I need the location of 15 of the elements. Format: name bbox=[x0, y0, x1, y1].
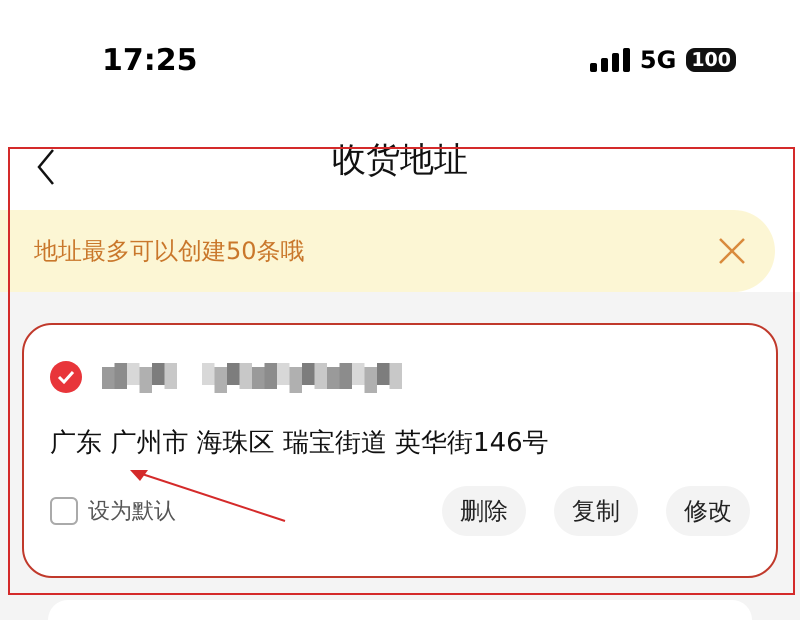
select-checkbox[interactable] bbox=[50, 361, 82, 393]
address-text: 广东 广州市 海珠区 瑞宝街道 英华街146号 bbox=[50, 427, 550, 460]
status-time: 17:25 bbox=[102, 42, 198, 78]
battery-level: 100 bbox=[686, 48, 736, 72]
delete-button[interactable]: 删除 bbox=[442, 486, 526, 536]
signal-icon bbox=[590, 48, 630, 72]
network-label: 5G bbox=[640, 46, 676, 74]
copy-button[interactable]: 复制 bbox=[554, 486, 638, 536]
check-icon bbox=[57, 370, 75, 384]
notice-text: 地址最多可以创建50条哦 bbox=[34, 236, 306, 267]
default-label: 设为默认 bbox=[88, 498, 176, 526]
default-checkbox[interactable] bbox=[50, 497, 78, 525]
back-icon[interactable] bbox=[36, 148, 56, 186]
close-icon[interactable] bbox=[719, 238, 745, 264]
edit-button[interactable]: 修改 bbox=[666, 486, 750, 536]
